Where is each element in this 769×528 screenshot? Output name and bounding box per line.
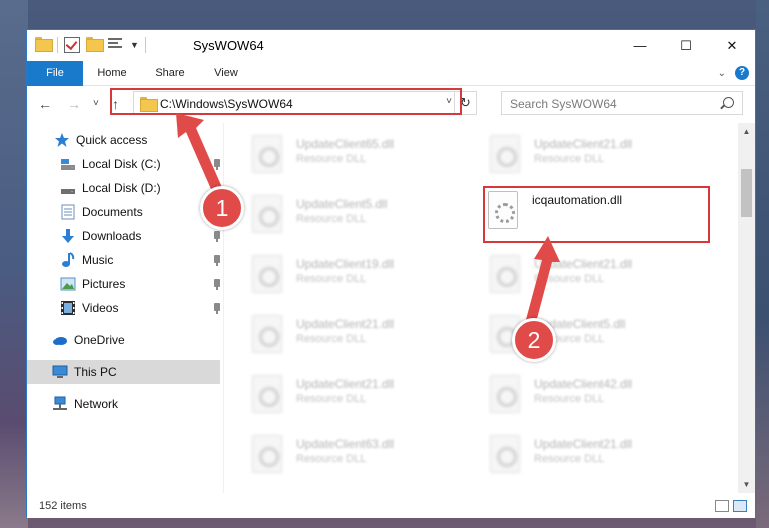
step-2-badge: 2 [512,318,556,362]
step-1-badge: 1 [200,186,244,230]
arrow-1-icon [176,113,224,196]
annotation-arrows [176,113,560,330]
arrow-2-icon [524,236,560,330]
